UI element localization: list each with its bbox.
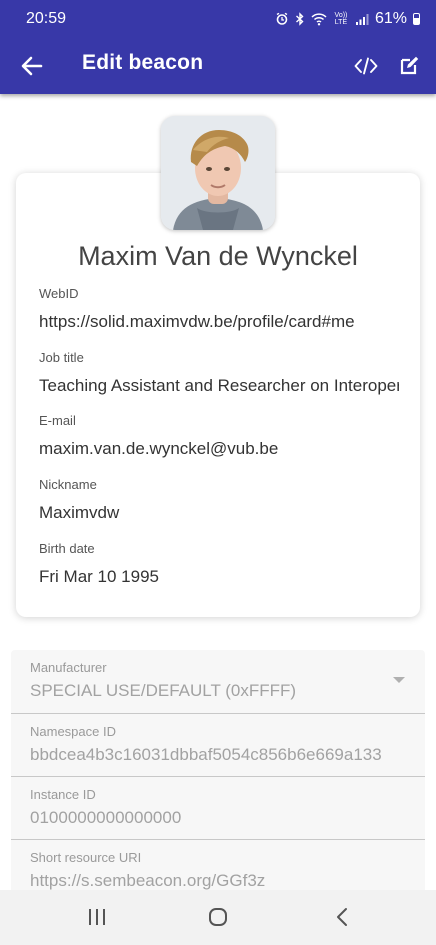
dropdown-arrow-icon xyxy=(393,677,405,683)
profile-field-job-title: Job title Teaching Assistant and Researc… xyxy=(39,350,399,396)
field-value: maxim.van.de.wynckel@vub.be xyxy=(39,439,279,458)
avatar xyxy=(161,116,275,230)
manufacturer-value: SPECIAL USE/DEFAULT (0xFFFF) xyxy=(30,681,297,700)
field-value: https://solid.maximvdw.be/profile/card#m… xyxy=(39,312,355,331)
recent-apps-icon xyxy=(89,909,105,925)
navigation-bar xyxy=(0,890,436,945)
app-bar: 20:59 Vo)) LTE 61% Edit beacon xyxy=(0,0,436,94)
profile-card: Maxim Van de Wynckel WebID https://solid… xyxy=(16,173,420,617)
field-label: WebID xyxy=(39,286,79,301)
nav-back-button[interactable] xyxy=(327,904,357,930)
profile-field-nickname: Nickname Maximvdw xyxy=(39,477,399,523)
field-value: Fri Mar 10 1995 xyxy=(39,567,159,586)
field-label: Job title xyxy=(39,350,84,365)
signal-icon xyxy=(355,13,369,25)
status-bar: 20:59 Vo)) LTE 61% xyxy=(0,0,436,38)
home-icon xyxy=(209,908,227,926)
code-icon xyxy=(354,57,378,75)
edit-square-icon xyxy=(400,56,419,75)
home-button[interactable] xyxy=(203,904,233,930)
view-code-button[interactable] xyxy=(348,48,384,84)
page-title: Edit beacon xyxy=(82,51,204,74)
profile-field-email: E-mail maxim.van.de.wynckel@vub.be xyxy=(39,413,399,459)
volte-icon: Vo)) LTE xyxy=(334,12,348,26)
short-uri-value: https://s.sembeacon.org/GGf3z xyxy=(30,871,266,890)
instance-id-label: Instance ID xyxy=(30,787,96,802)
field-value: Teaching Assistant and Researcher on Int… xyxy=(39,376,399,395)
profile-name: Maxim Van de Wynckel xyxy=(78,241,358,271)
field-value: Maximvdw xyxy=(39,503,120,522)
field-label: E-mail xyxy=(39,413,76,428)
back-icon xyxy=(337,908,347,926)
back-arrow-icon xyxy=(21,56,43,76)
status-time: 20:59 xyxy=(26,10,67,27)
edit-button[interactable] xyxy=(391,48,427,84)
bluetooth-icon xyxy=(295,12,304,26)
status-icons: Vo)) LTE 61% xyxy=(275,10,420,28)
toolbar: Edit beacon xyxy=(0,38,436,94)
manufacturer-label: Manufacturer xyxy=(30,660,107,675)
back-button[interactable] xyxy=(14,48,50,84)
instance-id-field[interactable]: Instance ID 0100000000000000 xyxy=(11,777,425,840)
field-label: Birth date xyxy=(39,541,95,556)
battery-icon xyxy=(413,13,420,25)
namespace-id-field[interactable]: Namespace ID bbdcea4b3c16031dbbaf5054c85… xyxy=(11,714,425,777)
wifi-icon xyxy=(311,13,327,26)
field-label: Nickname xyxy=(39,477,97,492)
alarm-icon xyxy=(276,12,288,25)
profile-field-webid: WebID https://solid.maximvdw.be/profile/… xyxy=(39,286,399,332)
namespace-id-label: Namespace ID xyxy=(30,724,116,739)
recent-apps-button[interactable] xyxy=(82,904,112,930)
manufacturer-select[interactable]: Manufacturer SPECIAL USE/DEFAULT (0xFFFF… xyxy=(11,650,425,714)
battery-percent: 61% xyxy=(374,10,407,27)
short-uri-label: Short resource URI xyxy=(30,850,142,865)
profile-field-birth-date: Birth date Fri Mar 10 1995 xyxy=(39,541,399,587)
namespace-id-value: bbdcea4b3c16031dbbaf5054c856b6e669a133 xyxy=(30,745,382,764)
instance-id-value: 0100000000000000 xyxy=(30,808,182,827)
